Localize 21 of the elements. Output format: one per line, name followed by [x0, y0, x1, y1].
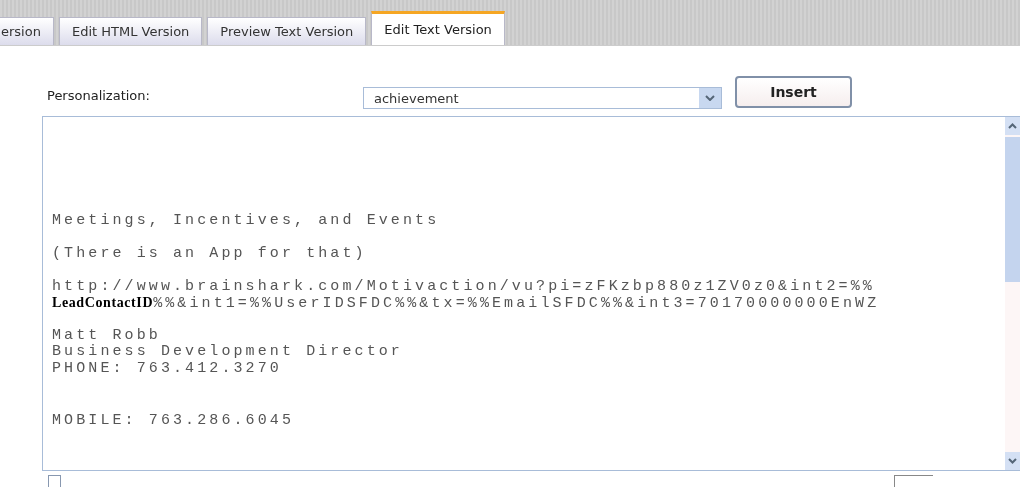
insert-button[interactable]: Insert [735, 76, 852, 108]
text-line: MOBILE: 763.286.6045 [52, 413, 295, 430]
tab[interactable]: Edit Text Version [371, 11, 505, 45]
text-line: Meetings, Incentives, and Events [52, 213, 440, 230]
text-line: Business Development Director [52, 344, 403, 361]
text-line: (There is an App for that) [52, 245, 367, 263]
chevron-down-icon[interactable] [1005, 452, 1020, 470]
scrollbar[interactable] [1005, 117, 1020, 470]
wrap-width-field[interactable] [894, 475, 933, 487]
chevron-up-icon[interactable] [1005, 117, 1020, 135]
text-line: LeadContactID%%&int1=%%UserIDSFDC%%&tx=%%EmailSFDC%%&int3=70170000000EnWZ [52, 294, 880, 312]
text-line: Matt Robb [52, 327, 161, 344]
chevron-down-icon[interactable] [699, 88, 721, 108]
tab[interactable]: ersion [0, 17, 54, 45]
checkbox[interactable] [48, 475, 61, 487]
personalization-dropdown[interactable]: achievement [363, 87, 722, 109]
field-label: Personalization: [47, 88, 151, 103]
text-line: PHONE: 763.412.3270 [52, 360, 282, 377]
tab[interactable]: Edit HTML Version [58, 17, 203, 45]
text-line: http://www.brainshark.com/Motivaction/vu?pi=zFKzbp880z1ZV0z0&int2=%% [52, 278, 875, 295]
tab[interactable]: Preview Text Version [207, 17, 367, 45]
